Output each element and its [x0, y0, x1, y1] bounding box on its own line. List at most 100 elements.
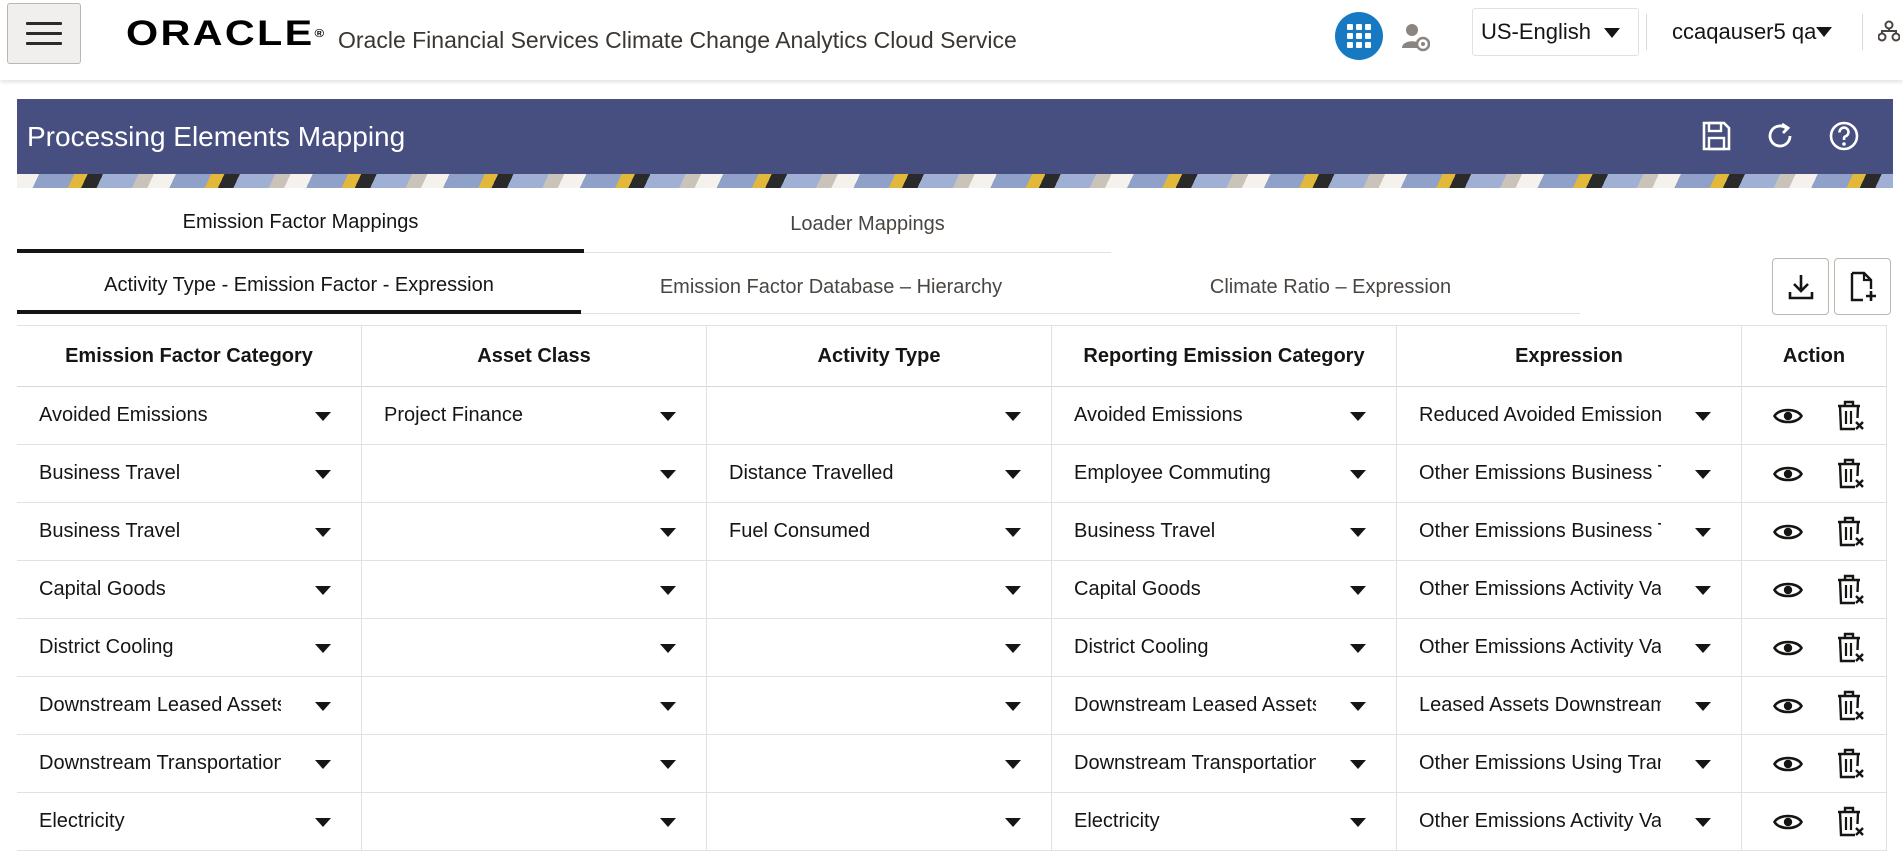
oracle-logo: ORACLE® [126, 14, 325, 53]
view-icon[interactable] [1770, 400, 1806, 432]
table-row: Downstream Transportation Downstream Tran… [17, 735, 1887, 793]
view-icon[interactable] [1770, 748, 1806, 780]
emission-factor-category-select[interactable]: Electricity [17, 793, 362, 850]
user-settings-icon[interactable] [1402, 22, 1430, 52]
activity-type-select[interactable] [707, 735, 1052, 792]
reporting-emission-category-select[interactable]: District Cooling [1052, 619, 1397, 676]
emission-factor-category-select[interactable]: Avoided Emissions [17, 387, 362, 444]
row-actions [1742, 677, 1887, 734]
expression-select[interactable]: Other Emissions Activity Valu [1397, 793, 1742, 850]
tab-climate-ratio-expression[interactable]: Climate Ratio – Expression [1081, 260, 1580, 314]
save-icon[interactable] [1697, 117, 1735, 155]
asset-class-select[interactable] [362, 735, 707, 792]
delete-icon[interactable] [1832, 690, 1868, 722]
chevron-down-icon [1005, 470, 1021, 479]
column-header[interactable]: Activity Type [707, 326, 1052, 387]
row-actions [1742, 619, 1887, 676]
chevron-down-icon [660, 644, 676, 653]
view-icon[interactable] [1770, 632, 1806, 664]
chevron-down-icon [1350, 470, 1366, 479]
expression-select[interactable]: Other Emissions Business Tra [1397, 445, 1742, 502]
emission-factor-category-select[interactable]: Downstream Transportation [17, 735, 362, 792]
menu-line-icon [26, 32, 62, 35]
column-header[interactable]: Expression [1397, 326, 1742, 387]
column-header[interactable]: Emission Factor Category [17, 326, 362, 387]
language-value: US-English [1481, 19, 1592, 44]
language-select[interactable]: US-English [1472, 8, 1639, 56]
reporting-emission-category-select[interactable]: Downstream Transportation [1052, 735, 1397, 792]
emission-factor-category-select[interactable]: Downstream Leased Assets [17, 677, 362, 734]
asset-class-select[interactable] [362, 677, 707, 734]
hamburger-menu-button[interactable] [7, 3, 81, 64]
emission-factor-category-select[interactable]: Business Travel [17, 503, 362, 560]
emission-factor-category-select[interactable]: Capital Goods [17, 561, 362, 618]
table-row: Downstream Leased Assets Downstream Lease… [17, 677, 1887, 735]
expression-select[interactable]: Reduced Avoided Emissions [1397, 387, 1742, 444]
asset-class-select[interactable] [362, 561, 707, 618]
primary-tabs: Emission Factor Mappings Loader Mappings [17, 195, 1111, 253]
asset-class-select[interactable] [362, 619, 707, 676]
reporting-emission-category-select[interactable]: Downstream Leased Assets [1052, 677, 1397, 734]
expression-select[interactable]: Other Emissions Using Trans [1397, 735, 1742, 792]
reporting-emission-category-select[interactable]: Employee Commuting [1052, 445, 1397, 502]
asset-class-select[interactable]: Project Finance [362, 387, 707, 444]
activity-type-select[interactable]: Distance Travelled [707, 445, 1052, 502]
emission-factor-category-select[interactable]: Business Travel [17, 445, 362, 502]
view-icon[interactable] [1770, 690, 1806, 722]
expression-select[interactable]: Other Emissions Activity Valu [1397, 561, 1742, 618]
delete-icon[interactable] [1832, 806, 1868, 838]
view-icon[interactable] [1770, 516, 1806, 548]
help-icon[interactable] [1825, 117, 1863, 155]
activity-type-select[interactable] [707, 387, 1052, 444]
chevron-down-icon [1350, 760, 1366, 769]
tab-emission-factor-database-hierarchy[interactable]: Emission Factor Database – Hierarchy [581, 260, 1081, 314]
hierarchy-icon[interactable] [1878, 20, 1900, 42]
asset-class-select[interactable] [362, 503, 707, 560]
activity-type-select[interactable] [707, 619, 1052, 676]
row-actions [1742, 445, 1887, 502]
user-menu[interactable]: ccaqauser5 qa [1660, 8, 1840, 56]
emission-factor-category-select[interactable]: District Cooling [17, 619, 362, 676]
refresh-icon[interactable] [1761, 117, 1799, 155]
expression-select[interactable]: Other Emissions Activity Valu [1397, 619, 1742, 676]
activity-type-select[interactable] [707, 677, 1052, 734]
delete-icon[interactable] [1832, 632, 1868, 664]
asset-class-select[interactable] [362, 445, 707, 502]
column-header[interactable]: Asset Class [362, 326, 707, 387]
tab-loader-mappings[interactable]: Loader Mappings [584, 195, 1151, 253]
apps-grid-icon[interactable] [1335, 12, 1383, 60]
column-header[interactable]: Reporting Emission Category [1052, 326, 1397, 387]
cell-value: Reduced Avoided Emissions [1419, 404, 1661, 426]
chevron-down-icon [1005, 760, 1021, 769]
asset-class-select[interactable] [362, 793, 707, 850]
delete-icon[interactable] [1832, 574, 1868, 606]
chevron-down-icon [1695, 528, 1711, 537]
activity-type-select[interactable] [707, 793, 1052, 850]
view-icon[interactable] [1770, 458, 1806, 490]
reporting-emission-category-select[interactable]: Capital Goods [1052, 561, 1397, 618]
chevron-down-icon [660, 470, 676, 479]
reporting-emission-category-select[interactable]: Electricity [1052, 793, 1397, 850]
view-icon[interactable] [1770, 806, 1806, 838]
row-actions [1742, 735, 1887, 792]
app-title: Oracle Financial Services Climate Change… [338, 27, 1017, 53]
activity-type-select[interactable]: Fuel Consumed [707, 503, 1052, 560]
delete-icon[interactable] [1832, 400, 1868, 432]
chevron-down-icon [660, 760, 676, 769]
chevron-down-icon [1604, 28, 1620, 38]
expression-select[interactable]: Leased Assets Downstream [1397, 677, 1742, 734]
tab-emission-factor-mappings[interactable]: Emission Factor Mappings [17, 195, 584, 253]
cell-value: Business Travel [39, 462, 181, 484]
activity-type-select[interactable] [707, 561, 1052, 618]
delete-icon[interactable] [1832, 748, 1868, 780]
add-file-button[interactable] [1834, 258, 1891, 315]
reporting-emission-category-select[interactable]: Business Travel [1052, 503, 1397, 560]
view-icon[interactable] [1770, 574, 1806, 606]
reporting-emission-category-select[interactable]: Avoided Emissions [1052, 387, 1397, 444]
expression-select[interactable]: Other Emissions Business Tra [1397, 503, 1742, 560]
tab-activity-type-emission-factor-expression[interactable]: Activity Type - Emission Factor - Expres… [17, 260, 581, 314]
download-button[interactable] [1772, 258, 1829, 315]
delete-icon[interactable] [1832, 516, 1868, 548]
delete-icon[interactable] [1832, 458, 1868, 490]
row-actions [1742, 503, 1887, 560]
